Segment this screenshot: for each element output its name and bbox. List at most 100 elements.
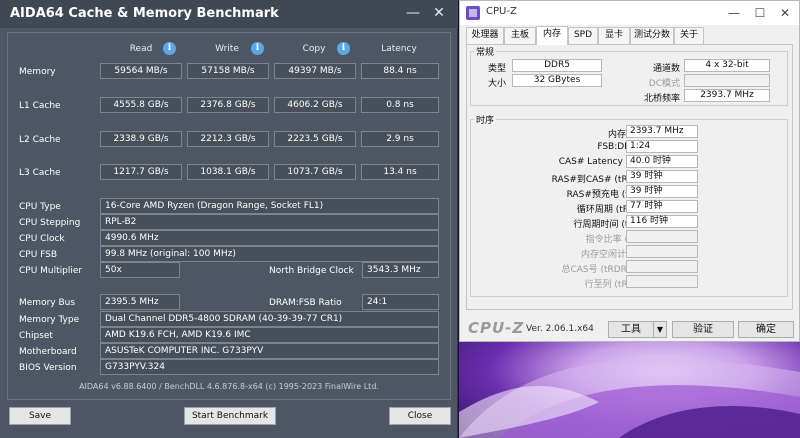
- l3-copy-value: 1073.7 GB/s: [274, 164, 356, 180]
- copyright-footer: AIDA64 v6.88.6400 / BenchDLL 4.6.876.8-x…: [79, 382, 379, 391]
- bios-version-value: G733PYV.324: [100, 359, 439, 375]
- timing-value: 2393.7 MHz: [626, 125, 698, 138]
- nb-frequency-value: 2393.7 MHz: [684, 89, 770, 102]
- dram-fsb-ratio-label: DRAM:FSB Ratio: [269, 298, 342, 308]
- minimize-button[interactable]: —: [402, 3, 424, 23]
- timing-value: [626, 230, 698, 243]
- nb-clock-label: North Bridge Clock: [269, 266, 354, 276]
- timings-group-title: 时序: [474, 113, 497, 126]
- cpuz-app-icon: [466, 6, 480, 20]
- info-icon[interactable]: i: [163, 42, 176, 55]
- timing-value: 40.0 时钟: [626, 155, 698, 168]
- timing-label: 循环周期 (tRAS): [576, 205, 644, 215]
- timing-value: [626, 260, 698, 273]
- l2-copy-value: 2223.5 GB/s: [274, 131, 356, 147]
- memory-read-value: 59564 MB/s: [100, 63, 182, 79]
- mem-type-label: 类型: [487, 64, 506, 74]
- memory-type-label: Memory Type: [19, 315, 80, 325]
- maximize-button[interactable]: ☐: [748, 4, 772, 22]
- tab-graphics[interactable]: 显卡: [598, 27, 630, 44]
- timing-value: [626, 245, 698, 258]
- l1-copy-value: 4606.2 GB/s: [274, 97, 356, 113]
- timing-label: 行周期时间 (tRC): [573, 220, 644, 230]
- cpu-multiplier-value: 50x: [100, 262, 180, 278]
- memory-bus-value: 2395.5 MHz: [100, 294, 180, 310]
- cpuz-window: CPU-Z — ☐ ✕ 处理器 主板 内存 SPD 显卡 测试分数 关于 常规 …: [459, 0, 800, 342]
- row-label-l1: L1 Cache: [19, 101, 61, 111]
- row-label-memory: Memory: [19, 67, 56, 77]
- cpu-type-label: CPU Type: [19, 202, 61, 212]
- tab-about[interactable]: 关于: [674, 27, 704, 44]
- tab-spd[interactable]: SPD: [568, 27, 598, 44]
- info-icon[interactable]: i: [337, 42, 350, 55]
- wallpaper-bloom-graphic: [459, 358, 800, 438]
- row-label-l3: L3 Cache: [19, 168, 61, 178]
- tab-mainboard[interactable]: 主板: [504, 27, 536, 44]
- motherboard-label: Motherboard: [19, 347, 77, 357]
- timing-value: 1:24: [626, 140, 698, 153]
- motherboard-value: ASUSTeK COMPUTER INC. G733PYV: [100, 343, 439, 359]
- close-window-button[interactable]: ✕: [428, 3, 450, 23]
- window-title: CPU-Z: [486, 6, 517, 17]
- l1-latency-value: 0.8 ns: [361, 97, 439, 113]
- nb-clock-value: 3543.3 MHz: [362, 262, 439, 278]
- close-button[interactable]: Close: [389, 407, 451, 425]
- l2-write-value: 2212.3 GB/s: [187, 131, 269, 147]
- cpuz-titlebar: CPU-Z — ☐ ✕: [460, 1, 799, 25]
- chevron-down-icon[interactable]: ▼: [653, 321, 667, 338]
- cpu-fsb-label: CPU FSB: [19, 250, 58, 260]
- cpu-clock-label: CPU Clock: [19, 234, 65, 244]
- tab-memory[interactable]: 内存: [536, 26, 568, 45]
- memory-latency-value: 88.4 ns: [361, 63, 439, 79]
- bios-version-label: BIOS Version: [19, 363, 77, 373]
- chipset-value: AMD K19.6 FCH, AMD K19.6 IMC: [100, 327, 439, 343]
- info-icon[interactable]: i: [251, 42, 264, 55]
- dc-mode-value: [684, 74, 770, 87]
- timing-label: 内存空闲计时器: [580, 250, 644, 260]
- tools-button[interactable]: 工具: [608, 321, 654, 338]
- timing-label: 总CAS号 (tRDRAM): [561, 265, 644, 275]
- cpu-clock-value: 4990.6 MHz: [100, 230, 439, 246]
- l3-latency-value: 13.4 ns: [361, 164, 439, 180]
- timing-value: 39 时钟: [626, 185, 698, 198]
- l2-latency-value: 2.9 ns: [361, 131, 439, 147]
- window-title: AIDA64 Cache & Memory Benchmark: [10, 6, 279, 21]
- version-label: Ver. 2.06.1.x64: [526, 324, 594, 334]
- memory-type-value: Dual Channel DDR5-4800 SDRAM (40-39-39-7…: [100, 311, 439, 327]
- l3-write-value: 1038.1 GB/s: [187, 164, 269, 180]
- cpuz-logo: CPU-Z: [468, 319, 525, 337]
- start-benchmark-button[interactable]: Start Benchmark: [184, 407, 276, 425]
- memory-copy-value: 49397 MB/s: [274, 63, 356, 79]
- timing-value: 116 时钟: [626, 215, 698, 228]
- channels-value: 4 x 32-bit: [684, 59, 770, 72]
- minimize-button[interactable]: —: [722, 4, 746, 22]
- channels-label: 通道数: [652, 64, 680, 74]
- validate-button[interactable]: 验证: [672, 321, 734, 338]
- timing-label: CAS# Latency (CL): [558, 157, 644, 167]
- aida64-titlebar: AIDA64 Cache & Memory Benchmark — ✕: [0, 0, 458, 28]
- cpu-fsb-value: 99.8 MHz (original: 100 MHz): [100, 246, 439, 262]
- cpu-stepping-value: RPL-B2: [100, 214, 439, 230]
- nb-frequency-label: 北桥频率: [643, 94, 680, 104]
- save-button[interactable]: Save: [9, 407, 71, 425]
- timing-label: FSB:DRAM: [597, 142, 644, 152]
- chipset-label: Chipset: [19, 331, 53, 341]
- timing-value: [626, 275, 698, 288]
- timing-label: 内存频率: [500, 127, 644, 140]
- cpu-type-value: 16-Core AMD Ryzen (Dragon Range, Socket …: [100, 198, 439, 214]
- mem-type-value: DDR5: [512, 59, 602, 72]
- timing-value: 77 时钟: [626, 200, 698, 213]
- general-group-title: 常规: [474, 45, 497, 58]
- tab-cpu[interactable]: 处理器: [466, 27, 504, 44]
- row-label-l2: L2 Cache: [19, 135, 61, 145]
- cpu-stepping-label: CPU Stepping: [19, 218, 81, 228]
- mem-size-label: 大小: [487, 79, 506, 89]
- timing-label: RAS#预充电 (tRP): [566, 190, 644, 200]
- l1-write-value: 2376.8 GB/s: [187, 97, 269, 113]
- timing-label: 指令比率 (CR): [585, 235, 644, 245]
- desktop-wallpaper: [459, 342, 800, 438]
- close-window-button[interactable]: ✕: [773, 4, 797, 22]
- ok-button[interactable]: 确定: [738, 321, 794, 338]
- memory-write-value: 57158 MB/s: [187, 63, 269, 79]
- tab-bench[interactable]: 测试分数: [630, 27, 674, 44]
